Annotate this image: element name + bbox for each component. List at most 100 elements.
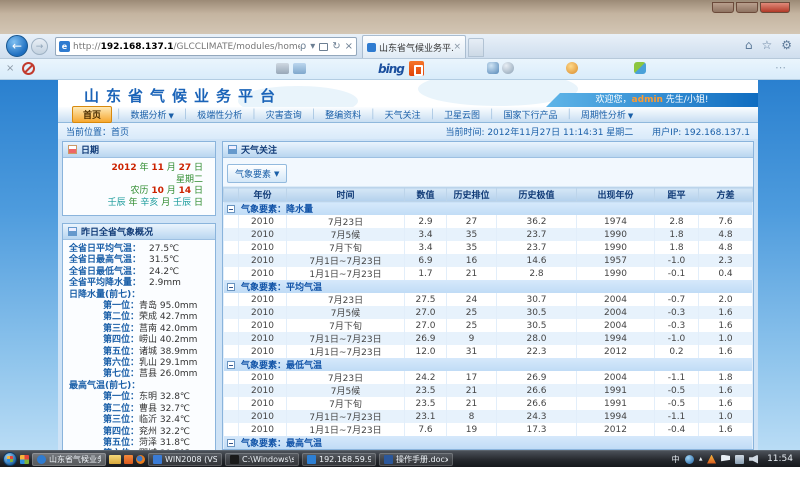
taskbar-window-button[interactable]: 操作手册.docx ... bbox=[379, 453, 453, 466]
stop-icon[interactable]: × bbox=[345, 41, 353, 52]
table-cell: 8 bbox=[447, 410, 497, 423]
window-app-icon bbox=[307, 455, 316, 464]
nav-item-8[interactable]: 国家下行产品 bbox=[494, 108, 566, 121]
url-text[interactable]: http://192.168.137.1/GLCCLIMATE/modules/… bbox=[73, 42, 300, 52]
rank-value: 菏泽 31.8℃ bbox=[139, 438, 190, 448]
star-icon[interactable]: ☆ bbox=[761, 38, 772, 52]
main-content: 天气关注 气象要素 ▼ 年份时间数值历史排位历史极值出现年份距平方差 气象要素：… bbox=[222, 141, 754, 450]
collapse-icon[interactable] bbox=[227, 361, 235, 369]
table-cell: 2.9 bbox=[405, 215, 447, 228]
explorer-folder-icon[interactable] bbox=[109, 455, 121, 464]
table-row: 20107月下旬3.43523.719901.84.8 bbox=[224, 241, 753, 254]
table-cell: 16 bbox=[447, 254, 497, 267]
tab-close-icon[interactable]: × bbox=[453, 42, 461, 52]
start-button[interactable] bbox=[3, 452, 17, 466]
compatibility-icon[interactable] bbox=[319, 43, 328, 51]
rank-value: 兖州 32.2℃ bbox=[139, 427, 190, 437]
maximize-button[interactable] bbox=[736, 2, 758, 13]
addon-icon-1[interactable] bbox=[487, 62, 499, 74]
table-cell: 2010 bbox=[239, 267, 287, 280]
rank-value: 荣成 42.7mm bbox=[139, 312, 197, 322]
close-toolbar-icon[interactable]: × bbox=[6, 63, 14, 74]
addon-mail-icon[interactable] bbox=[293, 63, 306, 74]
nav-item-6[interactable]: 天气关注 bbox=[376, 108, 430, 121]
row-lead-cell bbox=[224, 397, 239, 410]
group-cell: 气象要素：最低气温 bbox=[224, 358, 753, 371]
breadcrumb: 当前位置：首页 bbox=[66, 125, 429, 138]
globe-tray-icon[interactable] bbox=[685, 455, 694, 464]
pinned-app-icon[interactable] bbox=[20, 455, 29, 464]
address-bar[interactable]: e http://192.168.137.1/GLCCLIMATE/module… bbox=[55, 37, 357, 56]
element-group-row: 气象要素：最高气温 bbox=[224, 436, 753, 449]
collapse-icon[interactable] bbox=[227, 205, 235, 213]
close-button[interactable] bbox=[760, 2, 790, 13]
element-filter-button[interactable]: 气象要素 ▼ bbox=[227, 164, 287, 183]
table-cell: 2004 bbox=[577, 306, 655, 319]
refresh-icon[interactable]: ↻ bbox=[332, 41, 340, 52]
table-cell: 2010 bbox=[239, 228, 287, 241]
user-ip: 用户IP: 192.168.137.1 bbox=[652, 128, 750, 138]
weather-watch-panel: 天气关注 气象要素 ▼ 年份时间数值历史排位历史极值出现年份距平方差 气象要素：… bbox=[222, 141, 754, 450]
dropdown-icon[interactable]: ▾ bbox=[310, 41, 315, 52]
nav-item-2[interactable]: 数据分析▼ bbox=[121, 108, 182, 121]
browser-viewport: 山东省气候业务平台 欢迎您，admin 先生/小姐! 首页│数据分析▼│极端性分… bbox=[0, 80, 800, 450]
gear-icon[interactable]: ⚙ bbox=[781, 38, 792, 52]
rank-label: 第六位： bbox=[103, 358, 139, 369]
table-cell: 2010 bbox=[239, 241, 287, 254]
addon-icon-4[interactable] bbox=[634, 62, 646, 74]
new-tab-button[interactable] bbox=[468, 38, 484, 57]
taskbar-clock[interactable]: 11:54 bbox=[763, 454, 797, 464]
table-cell: 2012 bbox=[577, 423, 655, 436]
column-header: 方差 bbox=[699, 188, 753, 202]
nav-item-5[interactable]: 整编资料 bbox=[316, 108, 370, 121]
search-icon[interactable]: ρ bbox=[300, 41, 306, 52]
rank-row: 第三位：莒南 42.0mm bbox=[69, 324, 213, 335]
browser-tab[interactable]: 山东省气候业务平... × bbox=[362, 35, 466, 58]
taskbar-window-button[interactable]: 192.168.59.99... bbox=[302, 453, 376, 466]
show-hidden-icons[interactable]: ▾ bbox=[699, 455, 703, 463]
collapse-icon[interactable] bbox=[227, 283, 235, 291]
bing-logo[interactable]: bing bbox=[378, 62, 404, 76]
flame-tray-icon[interactable] bbox=[707, 455, 716, 464]
taskbar-window-button[interactable]: C:\Windows\s... bbox=[225, 453, 299, 466]
volume-tray-icon[interactable] bbox=[749, 455, 758, 464]
network-tray-icon[interactable] bbox=[735, 455, 744, 464]
more-icon[interactable]: ⋯ bbox=[775, 61, 786, 74]
taskbar-window-button[interactable]: WIN2008 (VS2... bbox=[148, 453, 222, 466]
addon-icon-3[interactable] bbox=[566, 62, 578, 74]
bing-app-icon[interactable] bbox=[409, 61, 424, 76]
minimize-button[interactable] bbox=[712, 2, 734, 13]
nav-item-9[interactable]: 周期性分析▼ bbox=[572, 108, 642, 121]
addon-card-icon[interactable] bbox=[276, 63, 289, 74]
welcome-banner: 欢迎您，admin 先生/小姐! bbox=[546, 93, 758, 107]
block-icon[interactable] bbox=[22, 62, 35, 75]
date-panel: 日期 2012 年 11 月 27 日星期二农历 10 月 14 日壬辰 年 辛… bbox=[62, 141, 216, 216]
app-orange-icon[interactable] bbox=[124, 455, 133, 464]
addon-icon-2[interactable] bbox=[502, 62, 514, 74]
back-button[interactable]: ← bbox=[6, 35, 28, 57]
table-cell: 2010 bbox=[239, 332, 287, 345]
nav-item-1[interactable]: 首页 bbox=[72, 106, 112, 123]
table-cell: 1.8 bbox=[655, 228, 699, 241]
nav-item-7[interactable]: 卫星云图 bbox=[435, 108, 489, 121]
table-cell: 23.7 bbox=[497, 241, 577, 254]
table-toolbar: 气象要素 ▼ bbox=[223, 158, 753, 187]
forward-button[interactable]: → bbox=[31, 38, 48, 55]
weather-data-table: 年份时间数值历史排位历史极值出现年份距平方差 气象要素：降水量20107月23日… bbox=[223, 187, 753, 450]
rank-value: 诸城 38.9mm bbox=[139, 347, 197, 357]
table-cell: 7月下旬 bbox=[287, 319, 405, 332]
rank-value: 崂山 40.2mm bbox=[139, 335, 197, 345]
firefox-icon[interactable] bbox=[136, 455, 145, 464]
nav-item-4[interactable]: 灾害查询 bbox=[257, 108, 311, 121]
table-cell: 2.8 bbox=[655, 215, 699, 228]
browser-command-bar: × bing ⋯ bbox=[0, 59, 800, 80]
language-indicator[interactable]: 中 bbox=[672, 454, 680, 465]
table-cell: 14.6 bbox=[497, 254, 577, 267]
home-icon[interactable]: ⌂ bbox=[745, 38, 753, 52]
taskbar-ie-window[interactable]: 山东省气候业务平... bbox=[32, 453, 106, 466]
table-cell: 26.9 bbox=[497, 371, 577, 384]
collapse-icon[interactable] bbox=[227, 439, 235, 447]
sidebar: 日期 2012 年 11 月 27 日星期二农历 10 月 14 日壬辰 年 辛… bbox=[62, 141, 216, 450]
flag-tray-icon[interactable] bbox=[721, 455, 730, 464]
nav-item-3[interactable]: 极端性分析 bbox=[188, 108, 251, 121]
